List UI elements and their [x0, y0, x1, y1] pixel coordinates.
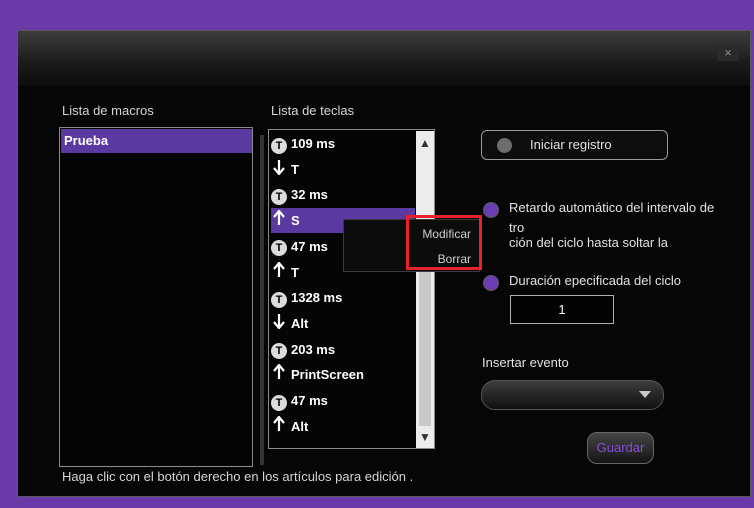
insert-event-label: Insertar evento [482, 355, 569, 370]
key-list-item-label: 109 ms [291, 136, 336, 151]
auto-delay-radio[interactable] [484, 203, 498, 217]
timer-icon: T [271, 389, 287, 414]
key-list-item-label: 32 ms [291, 187, 328, 203]
scroll-down-arrow-icon[interactable]: ▼ [416, 427, 434, 447]
key-down-arrow-icon [271, 158, 287, 183]
splitter[interactable] [260, 135, 264, 465]
key-list-item-label: 1328 ms [291, 290, 343, 306]
key-list-item[interactable]: T [271, 157, 415, 182]
key-up-arrow-icon [271, 363, 287, 388]
key-list-item[interactable]: T 203 ms [271, 337, 415, 362]
key-list-item-label: PrintScreen [291, 367, 364, 383]
timer-icon: T [271, 338, 287, 363]
timer-glyph: T [271, 343, 287, 360]
insert-event-dropdown[interactable] [481, 380, 664, 410]
record-dot-icon [497, 138, 512, 153]
chevron-down-icon [639, 391, 651, 398]
timer-icon: T [271, 286, 287, 311]
timer-glyph: T [271, 394, 287, 411]
timer-icon: T [271, 132, 287, 157]
key-list-item-label: 47 ms [291, 393, 328, 408]
key-list-item[interactable]: PrintScreen [271, 362, 415, 387]
footer-hint: Haga clic con el botón derecho en los ar… [62, 469, 414, 484]
key-list-item-label: 47 ms [291, 238, 328, 254]
key-list-item-label: T [291, 161, 299, 177]
key-list-item-label: T [291, 264, 299, 280]
key-list-item[interactable]: Alt [271, 414, 415, 439]
specified-cycles-radio[interactable] [484, 276, 498, 290]
timer-icon: T [271, 183, 287, 208]
title-bar[interactable]: × [18, 31, 750, 86]
key-list-item-label: Alt [291, 315, 309, 331]
cycles-input[interactable]: 1 [510, 295, 614, 324]
key-list[interactable]: T 109 ms T T 32 ms S T 47 ms T T 1328 ms Alt T 203 ms… [268, 129, 435, 449]
scroll-up-arrow-icon[interactable]: ▲ [416, 133, 434, 153]
key-list-label: Lista de teclas [271, 103, 355, 118]
key-list-item[interactable]: T 32 ms [271, 182, 415, 207]
key-up-arrow-icon [271, 260, 287, 286]
macro-list[interactable]: Prueba [59, 127, 253, 467]
timer-glyph: T [271, 189, 287, 206]
timer-glyph: T [271, 291, 287, 308]
timer-icon: T [271, 235, 287, 260]
key-up-arrow-icon [271, 415, 287, 440]
start-recording-label: Iniciar registro [530, 137, 612, 152]
timer-glyph: T [271, 137, 287, 154]
key-list-item[interactable]: Alt [271, 311, 415, 336]
key-list-item[interactable]: T 47 ms [271, 388, 415, 413]
key-list-item[interactable]: T 109 ms [271, 131, 415, 156]
specified-cycles-label: Duración epecificada del ciclo [509, 273, 681, 288]
auto-delay-label-line2: tro [509, 220, 525, 235]
macro-item-prueba[interactable]: Prueba [61, 129, 252, 153]
close-button[interactable]: × [718, 45, 738, 61]
save-button[interactable]: Guardar [587, 432, 654, 464]
macro-list-label: Lista de macros [62, 103, 154, 118]
start-recording-button[interactable]: Iniciar registro [481, 130, 668, 160]
cycle-release-label: ción del ciclo hasta soltar la [509, 235, 668, 250]
auto-delay-label: Retardo automático del intervalo de [509, 200, 715, 215]
highlight-box [406, 215, 482, 270]
key-list-scrollbar[interactable]: ▲ ▼ [416, 131, 434, 448]
key-list-item[interactable]: T 1328 ms [271, 285, 415, 310]
key-list-item-label: S [291, 213, 300, 229]
timer-glyph: T [271, 240, 287, 257]
key-list-item-label: Alt [291, 418, 309, 434]
key-down-arrow-icon [271, 312, 287, 337]
key-list-item-label: 203 ms [291, 341, 336, 357]
key-up-arrow-icon [271, 209, 287, 234]
